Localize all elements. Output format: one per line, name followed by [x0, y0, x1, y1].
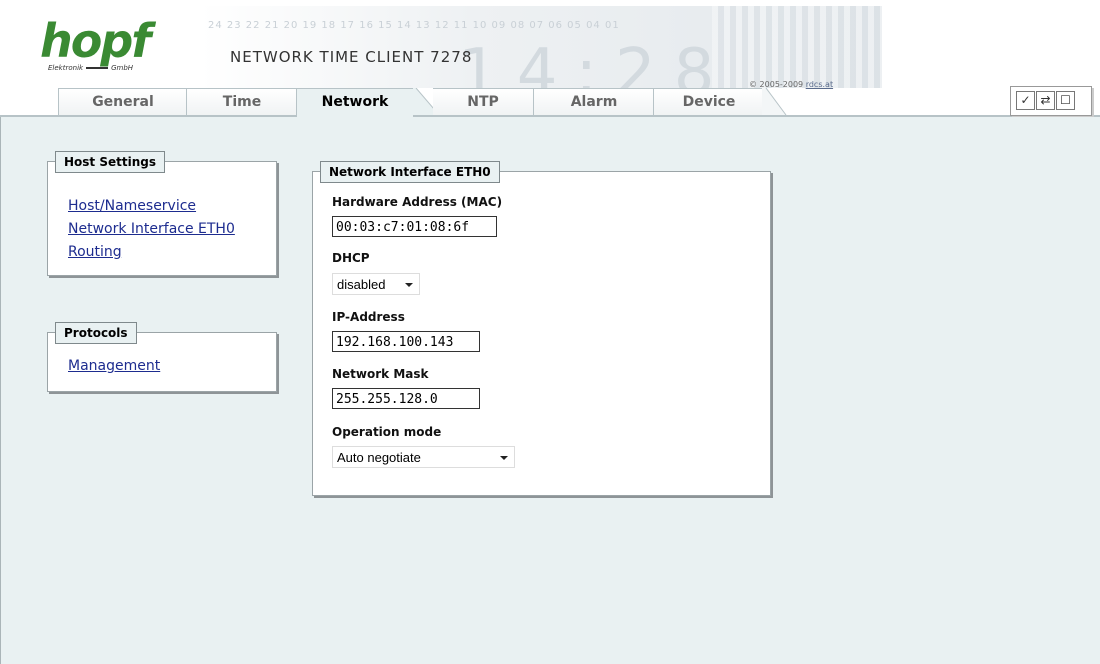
- protocols-panel: Protocols Management: [47, 322, 277, 392]
- logo-sub-right: GmbH: [111, 64, 134, 72]
- logo-subtitle: Elektronik GmbH: [48, 64, 133, 72]
- mac-address-field[interactable]: 00:03:c7:01:08:6f: [332, 216, 497, 237]
- refresh-icon[interactable]: ⇄: [1036, 91, 1055, 110]
- banner-pattern: [712, 6, 882, 88]
- network-mask-label: Network Mask: [332, 367, 429, 381]
- operation-mode-label: Operation mode: [332, 425, 442, 439]
- mac-label: Hardware Address (MAC): [332, 195, 503, 209]
- tab-general[interactable]: General: [58, 88, 188, 115]
- eth0-panel: Network Interface ETH0 Hardware Address …: [312, 161, 771, 496]
- dhcp-select-value: disabled: [337, 277, 386, 292]
- page-header: 24 23 22 21 20 19 18 17 16 15 14 13 12 1…: [0, 0, 1100, 89]
- tab-alarm[interactable]: Alarm: [533, 88, 655, 115]
- tab-network[interactable]: Network: [296, 88, 413, 117]
- protocols-legend: Protocols: [55, 322, 137, 344]
- chevron-down-icon: [500, 456, 508, 460]
- product-title: NETWORK TIME CLIENT 7278: [230, 48, 473, 66]
- chevron-down-icon: [405, 283, 413, 287]
- host-settings-legend: Host Settings: [55, 151, 165, 173]
- tab-device-slant: [762, 88, 787, 116]
- banner-clock-watermark: 14:28: [458, 36, 733, 88]
- host-settings-panel: Host Settings Host/Nameservice Network I…: [47, 151, 277, 276]
- dhcp-label: DHCP: [332, 251, 370, 265]
- main-tab-bar: General Time Network NTP Alarm Device: [0, 88, 1100, 117]
- link-management[interactable]: Management: [68, 358, 160, 374]
- operation-mode-value: Auto negotiate: [337, 450, 421, 465]
- eth0-legend: Network Interface ETH0: [320, 161, 500, 183]
- operation-mode-select[interactable]: Auto negotiate: [332, 446, 515, 468]
- logo-sub-left: Elektronik: [48, 64, 84, 72]
- link-routing[interactable]: Routing: [68, 244, 122, 260]
- action-toolbar: ✓ ⇄ ☐: [1010, 86, 1092, 116]
- link-network-interface-eth0[interactable]: Network Interface ETH0: [68, 221, 235, 237]
- dhcp-select[interactable]: disabled: [332, 273, 420, 295]
- check-icon[interactable]: ✓: [1016, 91, 1035, 110]
- network-mask-field[interactable]: 255.255.128.0: [332, 388, 480, 409]
- main-content: Host Settings Host/Nameservice Network I…: [0, 117, 1100, 664]
- logo-wordmark: hopf: [40, 14, 151, 68]
- tab-ntp[interactable]: NTP: [433, 88, 534, 115]
- ip-address-field[interactable]: 192.168.100.143: [332, 331, 480, 352]
- tab-time[interactable]: Time: [186, 88, 298, 115]
- ip-address-label: IP-Address: [332, 310, 405, 324]
- hopf-logo: hopf Elektronik GmbH: [40, 14, 170, 80]
- link-host-nameservice[interactable]: Host/Nameservice: [68, 198, 196, 214]
- header-banner: 24 23 22 21 20 19 18 17 16 15 14 13 12 1…: [200, 6, 882, 88]
- banner-digits: 24 23 22 21 20 19 18 17 16 15 14 13 12 1…: [208, 20, 620, 31]
- save-icon[interactable]: ☐: [1056, 91, 1075, 110]
- tab-device[interactable]: Device: [653, 88, 764, 115]
